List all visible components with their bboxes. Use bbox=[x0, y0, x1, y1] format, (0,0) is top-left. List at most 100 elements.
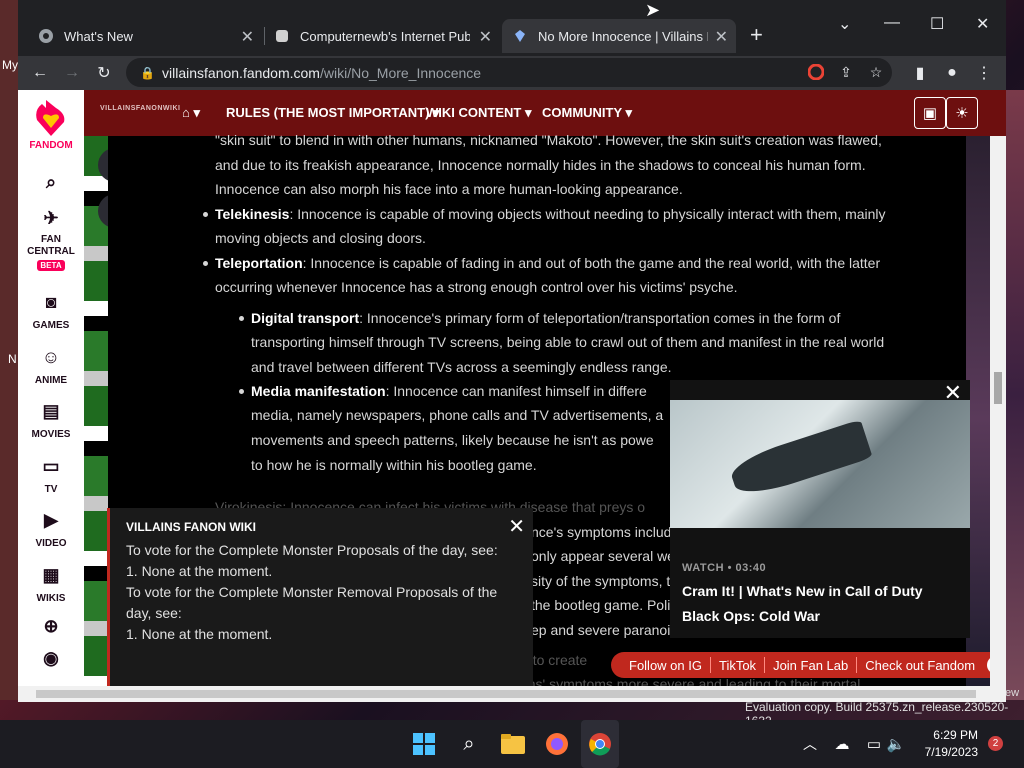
rail-label: GAMES bbox=[32, 320, 70, 331]
windows-start-icon[interactable] bbox=[410, 730, 438, 758]
menu-kebab-icon[interactable]: ⋮ bbox=[972, 61, 996, 85]
bookmark-star-icon[interactable]: ☆ bbox=[866, 62, 886, 82]
fandom-logo[interactable]: FANDOM bbox=[18, 98, 84, 151]
mouse-cursor-icon: ➤ bbox=[645, 0, 661, 20]
close-window-button[interactable]: ✕ bbox=[976, 14, 989, 34]
tv-icon: ▭ bbox=[42, 455, 60, 476]
plus-circle-icon: ⊕ bbox=[43, 615, 59, 636]
bullet bbox=[203, 212, 208, 217]
tiktok-link[interactable]: TikTok bbox=[711, 658, 764, 673]
article-text-line: movements and speech patterns, likely be… bbox=[251, 432, 654, 448]
video-frame-image bbox=[727, 419, 873, 501]
bullet bbox=[239, 316, 244, 321]
side-panel-icon[interactable]: ▮ bbox=[908, 61, 932, 85]
wiki-logo[interactable]: VILLAINSFANONWIKI bbox=[100, 105, 180, 112]
desktop-left-strip bbox=[0, 0, 20, 700]
rail-anime[interactable]: ☺ ANIME bbox=[18, 345, 84, 387]
tab-search-icon[interactable]: ⌄ bbox=[838, 14, 851, 34]
rail-create[interactable]: ⊕ bbox=[18, 614, 84, 638]
rail-label: TV bbox=[44, 484, 58, 495]
desktop-icon-label[interactable]: N bbox=[8, 352, 17, 366]
lock-icon[interactable]: 🔒 bbox=[140, 66, 155, 80]
rail-movies[interactable]: ▤ MOVIES bbox=[18, 399, 84, 441]
notification-badge[interactable]: 2 bbox=[988, 736, 1003, 751]
firefox-icon[interactable] bbox=[543, 730, 571, 758]
article-text-line: moving objects and closing doors. bbox=[215, 230, 426, 246]
reload-icon[interactable]: ↻ bbox=[92, 61, 116, 85]
close-icon[interactable]: ✕ bbox=[508, 514, 525, 539]
scrollbar-thumb[interactable] bbox=[994, 372, 1002, 404]
file-explorer-icon[interactable] bbox=[499, 730, 527, 758]
notice-line: day, see: bbox=[126, 605, 182, 621]
nav-rules-menu[interactable]: RULES (THE MOST IMPORTANT) ▾ bbox=[226, 105, 440, 121]
chrome-icon bbox=[38, 28, 54, 44]
check-out-fandom-link[interactable]: Check out Fandom bbox=[857, 658, 983, 673]
list-item-digital-transport: Digital transport: Innocence's primary f… bbox=[251, 310, 841, 326]
maximize-button[interactable]: ☐ bbox=[930, 14, 944, 34]
search-icon[interactable]: ⌕ bbox=[455, 730, 483, 758]
list-item-telekinesis: Telekinesis: Innocence is capable of mov… bbox=[215, 206, 886, 222]
forward-icon[interactable]: → bbox=[60, 61, 84, 85]
article-text-line: and due to its freakish appearance, Inno… bbox=[215, 157, 866, 173]
article-text-line: media, namely newspapers, phone calls an… bbox=[251, 407, 664, 423]
article-text-line: only appear several wee bbox=[531, 548, 683, 564]
nav-community-menu[interactable]: COMMUNITY ▾ bbox=[542, 105, 632, 121]
video-duration: WATCH • 03:40 bbox=[682, 562, 767, 574]
tab-computernewb[interactable]: Computernewb's Internet Pub H ✕ bbox=[268, 19, 500, 53]
video-title[interactable]: Cram It! | What's New in Call of Duty Bl… bbox=[682, 579, 962, 629]
cloud-icon[interactable]: ☁ bbox=[828, 730, 856, 758]
site-favicon-icon bbox=[274, 28, 290, 44]
nav-wiki-content-menu[interactable]: WIKI CONTENT ▾ bbox=[426, 105, 531, 121]
desktop-icon-label[interactable]: ew bbox=[1005, 687, 1019, 699]
rail-label: WIKIS bbox=[36, 593, 66, 604]
tab-title: Computernewb's Internet Pub H bbox=[300, 28, 470, 44]
follow-ig-link[interactable]: Follow on IG bbox=[621, 658, 710, 673]
rail-wikis[interactable]: ▦ WIKIS bbox=[18, 563, 84, 605]
theme-toggle-icon[interactable]: ☀ bbox=[946, 97, 978, 129]
close-tab-icon[interactable]: ✕ bbox=[241, 27, 254, 47]
vertical-scrollbar[interactable] bbox=[990, 136, 1006, 686]
address-bar[interactable]: 🔒 villainsfanon.fandom.com/wiki/No_More_… bbox=[126, 58, 892, 87]
new-tab-button[interactable]: + bbox=[750, 22, 763, 48]
minimize-button[interactable]: — bbox=[884, 14, 900, 32]
article-text-line: Innocence can also morph his face into a… bbox=[215, 181, 683, 197]
rail-video[interactable]: ▶ VIDEO bbox=[18, 508, 84, 550]
rail-label: VIDEO bbox=[35, 538, 67, 549]
close-tab-icon[interactable]: ✕ bbox=[715, 27, 728, 47]
scrollbar-thumb[interactable] bbox=[36, 690, 976, 698]
page-viewport: FANDOM ⌕ ✈ FAN CENTRAL BETA ◙ GAMES ☺ AN… bbox=[18, 90, 1006, 702]
list-item-teleportation: Teleportation: Innocence is capable of f… bbox=[215, 255, 881, 271]
notice-body: To vote for the Complete Monster Proposa… bbox=[126, 540, 516, 645]
google-icon[interactable] bbox=[806, 62, 826, 82]
bullet bbox=[239, 389, 244, 394]
discussions-icon[interactable]: ▣ bbox=[914, 97, 946, 129]
back-icon[interactable]: ← bbox=[28, 61, 52, 85]
site-notice-banner: VILLAINS FANON WIKI ✕ To vote for the Co… bbox=[107, 508, 533, 702]
close-tab-icon[interactable]: ✕ bbox=[479, 27, 492, 47]
url-text: villainsfanon.fandom.com/wiki/No_More_In… bbox=[162, 64, 482, 81]
rail-games[interactable]: ◙ GAMES bbox=[18, 290, 84, 332]
rail-account[interactable]: ◉ bbox=[18, 646, 84, 670]
video-thumbnail[interactable] bbox=[670, 400, 970, 528]
join-fan-lab-link[interactable]: Join Fan Lab bbox=[765, 658, 856, 673]
tab-whats-new[interactable]: What's New ✕ bbox=[32, 19, 262, 53]
fandom-heart-icon bbox=[36, 100, 65, 136]
desktop-icon-label[interactable]: My bbox=[2, 58, 18, 72]
rail-tv[interactable]: ▭ TV bbox=[18, 454, 84, 496]
tab-no-more-innocence[interactable]: No More Innocence | Villains Fan ✕ bbox=[502, 19, 736, 53]
profile-icon[interactable]: ● bbox=[940, 61, 964, 85]
clock[interactable]: 6:29 PM 7/19/2023 bbox=[922, 727, 978, 761]
share-icon[interactable]: ⇪ bbox=[836, 62, 856, 82]
rail-search[interactable]: ⌕ bbox=[18, 170, 84, 194]
article-text-line: transporting himself through TV screens,… bbox=[251, 334, 885, 350]
rail-fan-central[interactable]: ✈ FAN CENTRAL BETA bbox=[18, 206, 84, 271]
article-text-line: "skin suit" to blend in with other human… bbox=[215, 132, 882, 148]
volume-icon[interactable]: 🔈 bbox=[882, 730, 910, 758]
list-item-media-manifestation: Media manifestation: Innocence can manif… bbox=[251, 383, 647, 399]
article-text-line: occurring whenever Innocence has a stron… bbox=[215, 279, 738, 295]
explore-menu-icon[interactable]: ⌂ ▾ bbox=[182, 105, 200, 121]
chevron-up-icon[interactable]: ︿ bbox=[796, 730, 824, 758]
desktop-right-strip bbox=[1006, 90, 1024, 700]
chrome-icon[interactable] bbox=[586, 730, 614, 758]
article-text-line: ep and severe paranoia bbox=[531, 622, 679, 638]
